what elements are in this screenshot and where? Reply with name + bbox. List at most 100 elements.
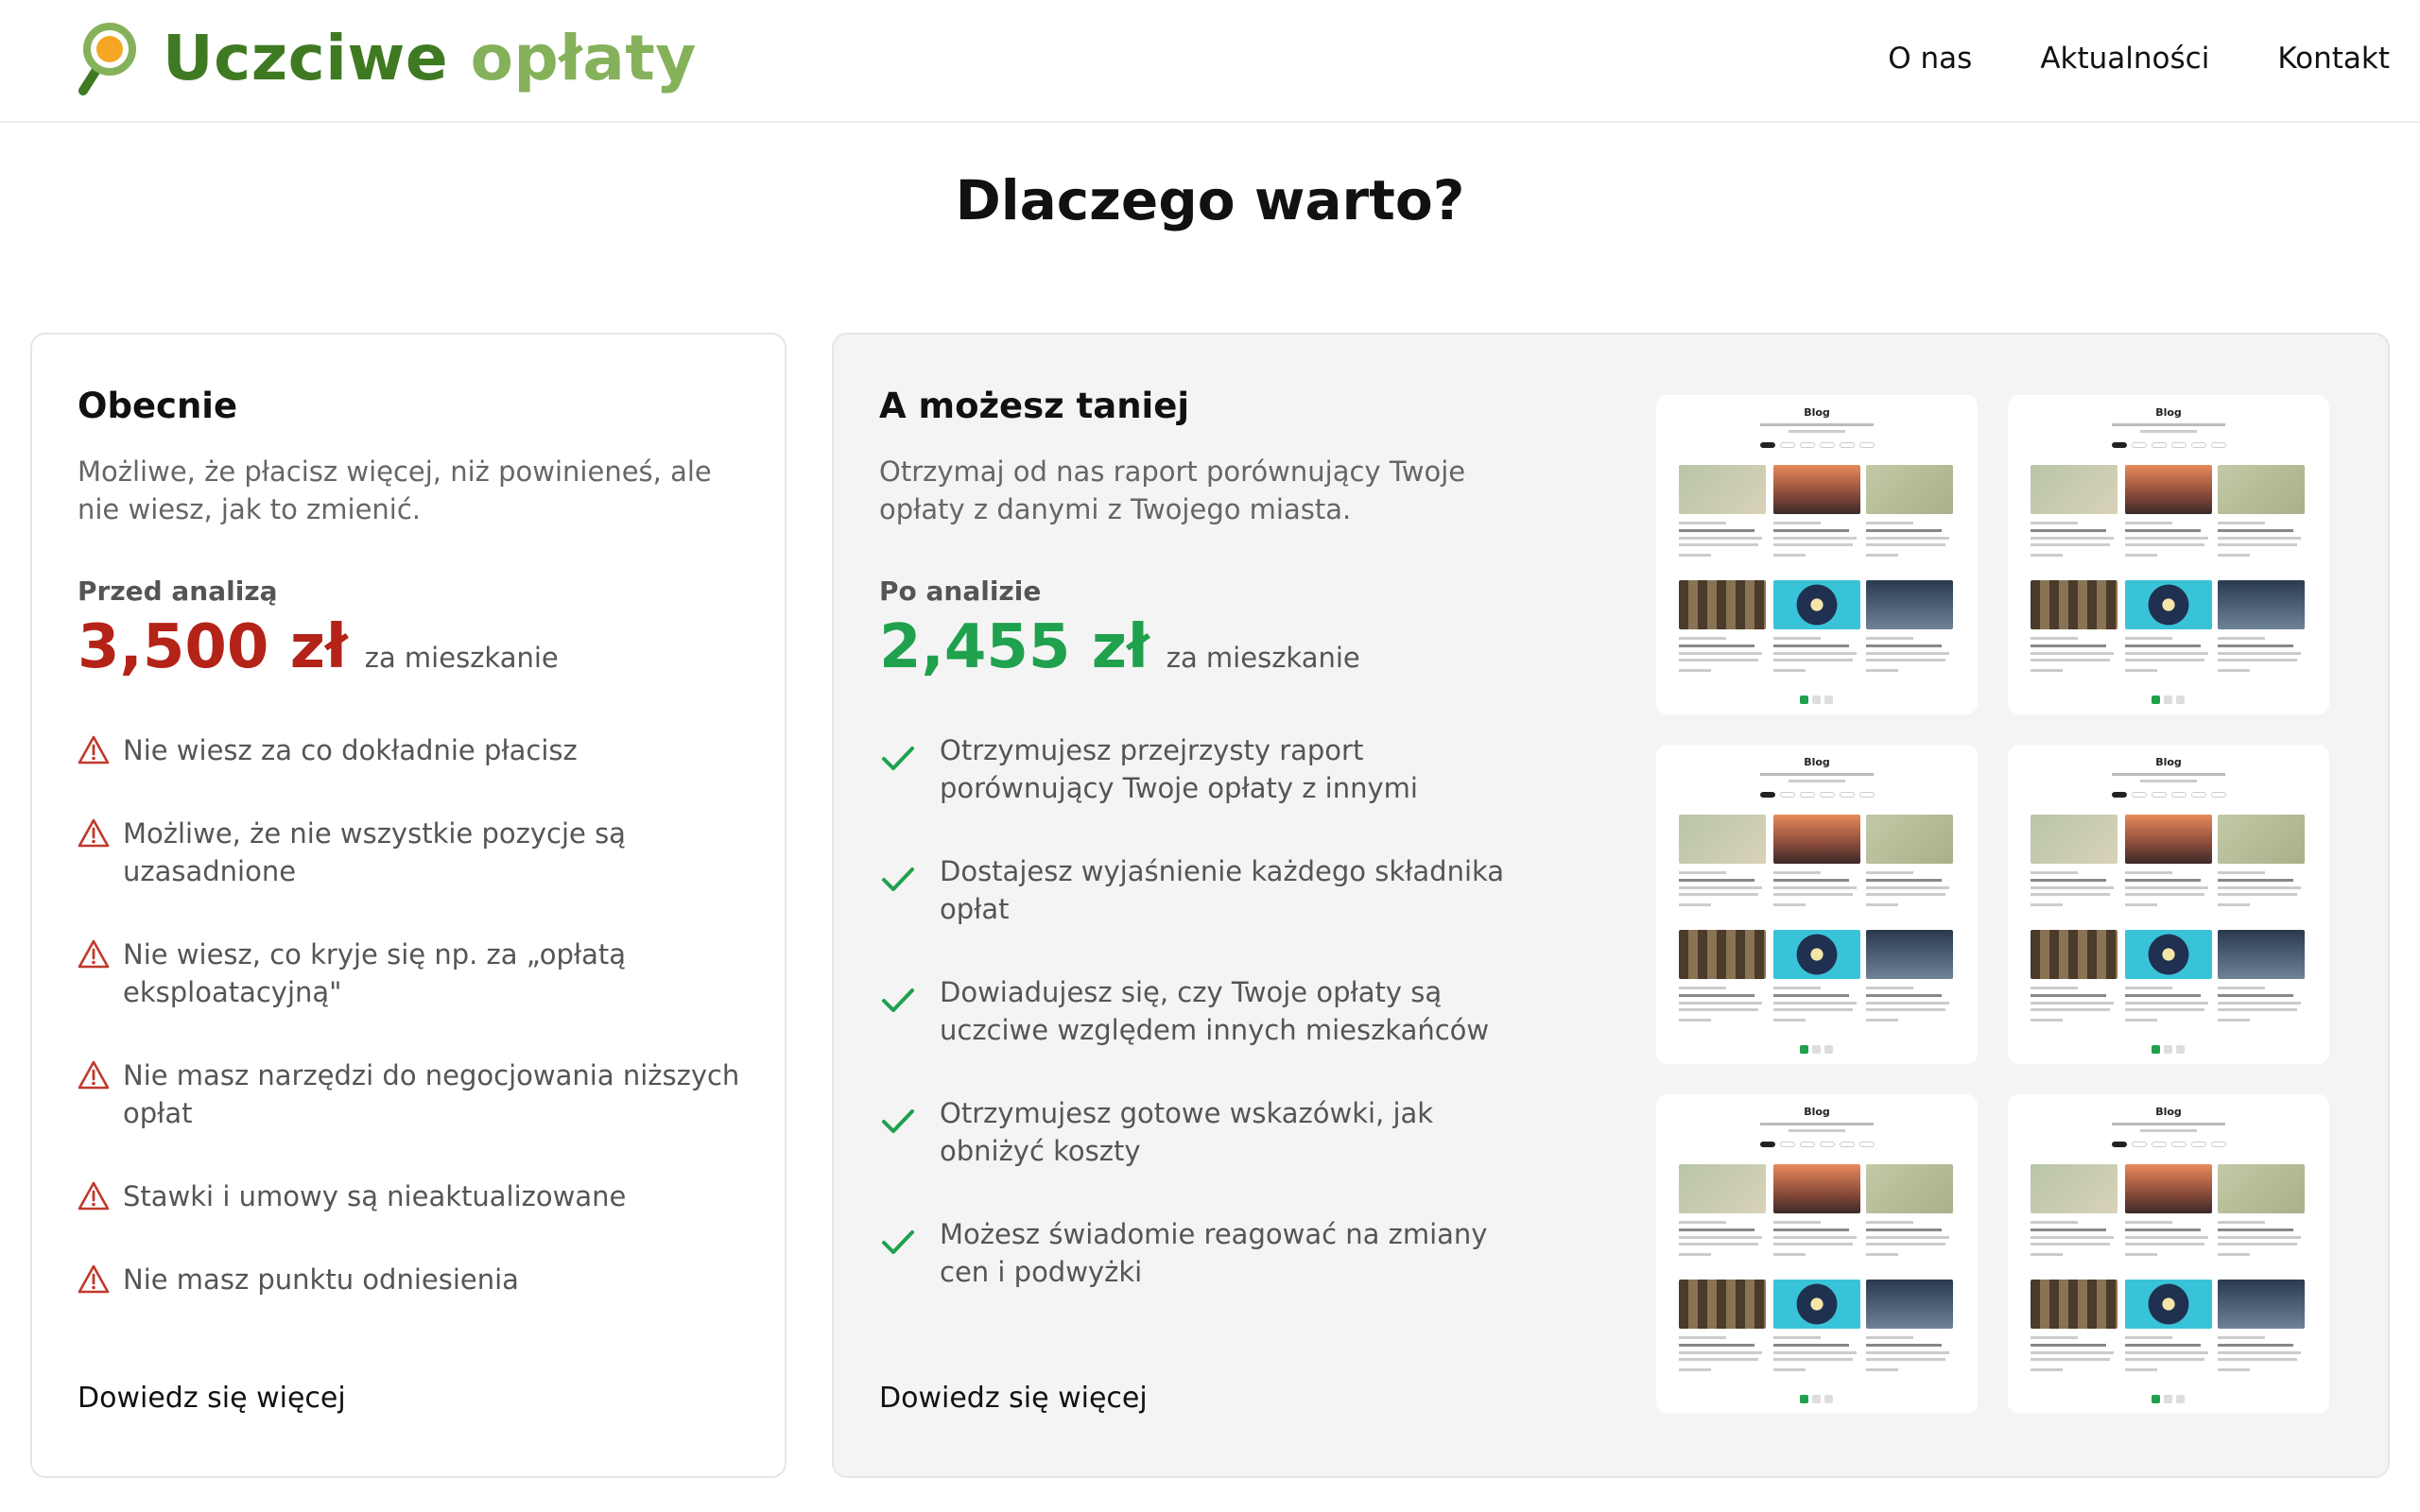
thumbnail-text-line bbox=[2125, 886, 2208, 889]
price-unit: za mieszkanie bbox=[1166, 642, 1360, 674]
thumbnail-text-line bbox=[1679, 554, 1711, 557]
thumbnail-text-line bbox=[2125, 1344, 2201, 1347]
thumbnail-text-line bbox=[1866, 554, 1898, 557]
learn-more-link[interactable]: Dowiedz się więcej bbox=[78, 1382, 346, 1415]
thumbnail-image bbox=[1866, 930, 1953, 979]
list-item: Dostajesz wyjaśnienie każdego składnika … bbox=[879, 852, 1545, 928]
nav-link-kontakt[interactable]: Kontakt bbox=[2277, 42, 2390, 76]
list-item: Nie wiesz za co dokładnie płacisz bbox=[78, 731, 785, 769]
thumbnail-text-line bbox=[2218, 994, 2293, 997]
thumbnail-text-line bbox=[2218, 1221, 2265, 1224]
thumbnail-text-line bbox=[2218, 637, 2265, 640]
thumbnail-text-line bbox=[2218, 893, 2297, 896]
thumbnail-pagination bbox=[2152, 1395, 2185, 1403]
nav-link-aktualnosci[interactable]: Aktualności bbox=[2040, 42, 2209, 76]
thumbnail-text-line bbox=[2125, 554, 2157, 557]
learn-more-link[interactable]: Dowiedz się więcej bbox=[879, 1382, 1148, 1415]
thumbnail-text-line bbox=[2125, 1358, 2204, 1361]
thumbnail-image bbox=[1866, 815, 1953, 864]
price-row: 2,455 zł za mieszkanie bbox=[879, 612, 1545, 682]
section-title: Dlaczego warto? bbox=[955, 168, 1465, 232]
thumbnail-image bbox=[1866, 1280, 1953, 1329]
thumbnail-text-line bbox=[2218, 1351, 2301, 1354]
thumbnail-text-line bbox=[1773, 1344, 1849, 1347]
price-row: 3,500 zł za mieszkanie bbox=[78, 612, 785, 682]
thumbnail-pagination bbox=[1800, 1395, 1833, 1403]
thumbnail-image bbox=[2125, 465, 2212, 514]
thumbnail-text-line bbox=[1866, 1351, 1949, 1354]
thumbnail-text-line bbox=[1773, 1243, 1853, 1246]
price-value: 3,500 zł bbox=[78, 612, 348, 682]
thumbnail-text-line bbox=[1773, 1228, 1849, 1231]
thumbnail-pagination bbox=[1800, 1045, 1833, 1054]
logo[interactable]: Uczciwe opłaty bbox=[76, 21, 697, 96]
thumbnail-text-line bbox=[1866, 1008, 1945, 1011]
thumbnail-text-line bbox=[1866, 1019, 1898, 1022]
list-item-text: Możesz świadomie reagować na zmiany cen … bbox=[940, 1218, 1488, 1288]
thumbnail-text-line bbox=[2031, 537, 2114, 540]
thumbnail-text-line bbox=[1773, 1221, 1821, 1224]
thumbnail-text-line bbox=[1866, 529, 1942, 532]
thumbnail-text-line bbox=[1773, 1019, 1806, 1022]
thumbnail-image bbox=[1773, 1164, 1860, 1213]
thumbnail-text-line bbox=[1866, 543, 1945, 546]
check-icon bbox=[879, 860, 917, 898]
thumbnail-text-line bbox=[1866, 644, 1942, 647]
thumbnail-text-line bbox=[2218, 1002, 2301, 1005]
report-preview-thumbnail[interactable]: Blog bbox=[2008, 395, 2329, 714]
thumbnail-text-line bbox=[2218, 1228, 2293, 1231]
price-label: Po analizie bbox=[879, 576, 1042, 607]
thumbnail-text-line bbox=[2125, 529, 2201, 532]
thumbnail-text-line bbox=[2218, 1019, 2250, 1022]
thumbnail-image bbox=[1679, 1164, 1766, 1213]
thumbnail-image bbox=[2125, 930, 2212, 979]
price-unit: za mieszkanie bbox=[364, 642, 559, 674]
thumbnail-text-line bbox=[1866, 652, 1949, 655]
thumbnail-title: Blog bbox=[1804, 756, 1830, 768]
thumbnail-text-line bbox=[2031, 893, 2110, 896]
thumbnail-text-line bbox=[1773, 886, 1857, 889]
thumbnail-text-line bbox=[1773, 903, 1806, 906]
thumbnail-text-line bbox=[1773, 1358, 1853, 1361]
thumbnail-text-line bbox=[2125, 1236, 2208, 1239]
thumbnail-text-line bbox=[1773, 987, 1821, 989]
thumbnail-text-line bbox=[1773, 1351, 1857, 1354]
thumbnail-image bbox=[2031, 815, 2118, 864]
list-item: Możesz świadomie reagować na zmiany cen … bbox=[879, 1215, 1545, 1291]
nav-link-o-nas[interactable]: O nas bbox=[1888, 42, 1972, 76]
thumbnail-text-line bbox=[1679, 994, 1754, 997]
thumbnail-text-line bbox=[1773, 659, 1853, 662]
thumbnail-filter-pills bbox=[2112, 442, 2226, 448]
report-preview-thumbnail[interactable]: Blog bbox=[1656, 395, 1978, 714]
benefits-list: Otrzymujesz przejrzysty raport porównują… bbox=[879, 731, 1545, 1291]
thumbnail-text-line bbox=[1773, 994, 1849, 997]
thumbnail-text-line bbox=[1866, 994, 1942, 997]
report-preview-thumbnail[interactable]: Blog bbox=[1656, 1094, 1978, 1414]
list-item: Otrzymujesz przejrzysty raport porównują… bbox=[879, 731, 1545, 807]
report-preview-thumbnail[interactable]: Blog bbox=[2008, 745, 2329, 1064]
thumbnail-image bbox=[1773, 1280, 1860, 1329]
thumbnail-image bbox=[2031, 1164, 2118, 1213]
thumbnail-title: Blog bbox=[2155, 756, 2182, 768]
thumbnail-pagination bbox=[1800, 696, 1833, 704]
thumbnail-image bbox=[2218, 465, 2305, 514]
list-item-text: Otrzymujesz gotowe wskazówki, jak obniży… bbox=[940, 1097, 1434, 1167]
thumbnail-image bbox=[1866, 1164, 1953, 1213]
report-previews: Blog Blog Blog Blog Blog Blog bbox=[1656, 395, 2329, 1414]
list-item: Dowiadujesz się, czy Twoje opłaty są ucz… bbox=[879, 973, 1545, 1049]
list-item-text: Możliwe, że nie wszystkie pozycje są uza… bbox=[123, 817, 626, 887]
thumbnail-image bbox=[2218, 1280, 2305, 1329]
thumbnail-text-line bbox=[1679, 1344, 1754, 1347]
list-item: Możliwe, że nie wszystkie pozycje są uza… bbox=[78, 815, 785, 890]
report-preview-thumbnail[interactable]: Blog bbox=[2008, 1094, 2329, 1414]
thumbnail-subtitle-line bbox=[1789, 780, 1845, 782]
thumbnail-text-line bbox=[1773, 644, 1849, 647]
thumbnail-text-line bbox=[1866, 893, 1945, 896]
thumbnail-text-line bbox=[1679, 879, 1754, 882]
thumbnail-image bbox=[1679, 580, 1766, 629]
thumbnail-text-line bbox=[1773, 1008, 1853, 1011]
report-preview-thumbnail[interactable]: Blog bbox=[1656, 745, 1978, 1064]
thumbnail-text-line bbox=[2125, 1008, 2204, 1011]
thumbnail-text-line bbox=[1866, 669, 1898, 672]
thumbnail-image bbox=[1679, 1280, 1766, 1329]
